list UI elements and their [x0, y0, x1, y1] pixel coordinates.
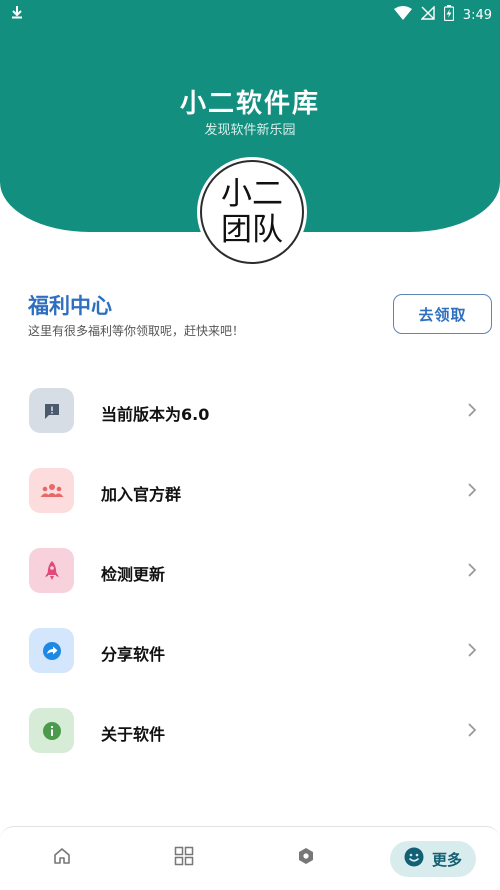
menu-item-version[interactable]: 当前版本为6.0: [0, 381, 500, 441]
download-icon: [10, 5, 24, 23]
menu-item-share[interactable]: 分享软件: [0, 621, 500, 681]
app-title: 小二软件库: [179, 89, 320, 119]
status-bar: 3:49: [0, 0, 500, 28]
nav-more-label: 更多: [431, 850, 462, 869]
app-subtitle: 发现软件新乐园: [204, 123, 296, 138]
menu-item-check-update[interactable]: 检测更新: [0, 541, 500, 601]
home-icon: [53, 847, 71, 869]
menu-item-label: 当前版本为6.0: [101, 405, 210, 424]
chevron-right-icon: [467, 722, 477, 742]
chevron-right-icon: [467, 562, 477, 582]
claim-button[interactable]: 去领取: [393, 294, 492, 334]
info-icon: [29, 708, 74, 753]
app-page: 3:49 小二软件库 发现软件新乐园 小二 团队 福利中心 这里有很多福利等你领…: [0, 0, 500, 890]
menu-item-about[interactable]: 关于软件: [0, 701, 500, 761]
group-icon: [29, 468, 74, 513]
chevron-right-icon: [467, 642, 477, 662]
nav-discover[interactable]: [294, 841, 318, 875]
grid-icon: [174, 846, 194, 870]
smile-icon: [404, 847, 424, 871]
location-icon: [298, 847, 314, 869]
nav-more[interactable]: 更多: [390, 841, 476, 877]
share-icon: [29, 628, 74, 673]
wifi-icon: [393, 6, 412, 24]
battery-charging-icon: [443, 5, 454, 25]
bottom-nav: 更多: [0, 826, 500, 890]
nav-categories[interactable]: [172, 841, 196, 875]
menu-item-label: 加入官方群: [101, 485, 182, 504]
rocket-icon: [29, 548, 74, 593]
team-logo-line2: 团队: [221, 212, 283, 248]
menu-item-label: 分享软件: [101, 645, 166, 664]
message-alert-icon: [29, 388, 74, 433]
team-logo-line1: 小二: [221, 176, 283, 212]
nav-home[interactable]: [50, 841, 74, 875]
team-logo[interactable]: 小二 团队: [200, 160, 304, 264]
status-time: 3:49: [462, 7, 492, 23]
welfare-title: 福利中心: [28, 294, 112, 318]
welfare-description: 这里有很多福利等你领取呢，赶快来吧！: [28, 324, 245, 338]
menu-item-label: 检测更新: [101, 565, 166, 584]
no-signal-icon: [420, 5, 435, 24]
chevron-right-icon: [467, 402, 477, 422]
menu-item-label: 关于软件: [101, 725, 166, 744]
menu-item-join-group[interactable]: 加入官方群: [0, 461, 500, 521]
chevron-right-icon: [467, 482, 477, 502]
